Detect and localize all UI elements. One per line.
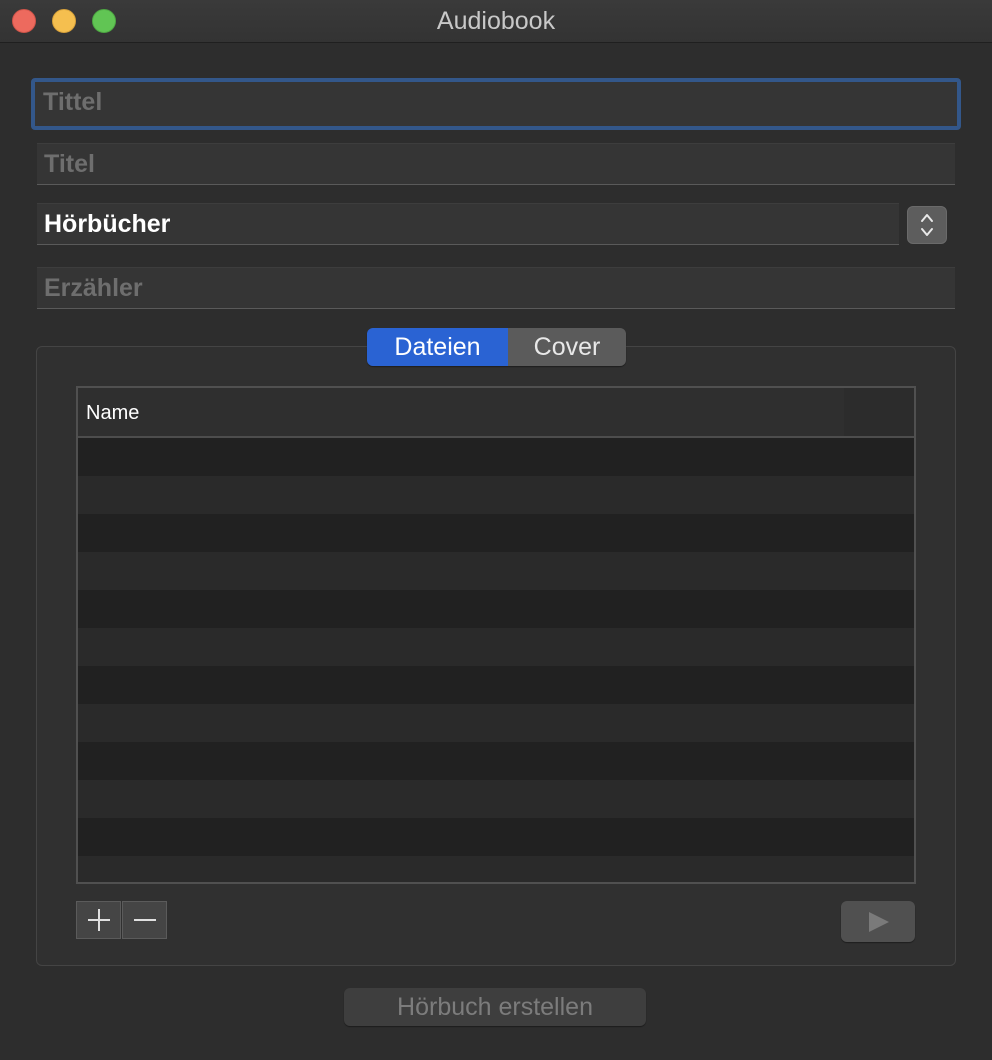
- up-down-chevron-icon: [921, 214, 933, 236]
- add-file-button[interactable]: [76, 901, 121, 939]
- table-row[interactable]: [78, 476, 914, 514]
- subtitle-input[interactable]: Titel: [37, 143, 955, 185]
- table-row[interactable]: [78, 818, 914, 856]
- minus-icon: [133, 919, 156, 921]
- table-header-corner: [844, 388, 914, 436]
- play-icon: [869, 912, 889, 932]
- table-row[interactable]: [78, 856, 914, 882]
- genre-combo-field[interactable]: Hörbücher: [37, 203, 899, 245]
- table-row[interactable]: [78, 742, 914, 780]
- table-row[interactable]: [78, 552, 914, 590]
- table-row[interactable]: [78, 666, 914, 704]
- column-header-name[interactable]: Name: [86, 401, 139, 425]
- table-row[interactable]: [78, 438, 914, 476]
- table-row[interactable]: [78, 780, 914, 818]
- plus-icon: [87, 909, 110, 931]
- title-bar[interactable]: Audiobook: [0, 0, 992, 43]
- create-audiobook-button[interactable]: Hörbuch erstellen: [344, 988, 646, 1026]
- tab-dateien[interactable]: Dateien: [367, 328, 508, 366]
- genre-stepper-button[interactable]: [907, 206, 947, 244]
- tab-cover[interactable]: Cover: [508, 328, 626, 366]
- narrator-input[interactable]: Erzähler: [37, 267, 955, 309]
- remove-file-button[interactable]: [122, 901, 167, 939]
- table-row[interactable]: [78, 514, 914, 552]
- tab-segmented-control: Dateien Cover: [367, 328, 626, 366]
- table-row[interactable]: [78, 628, 914, 666]
- title-input[interactable]: Tittel: [31, 78, 961, 130]
- table-row[interactable]: [78, 590, 914, 628]
- table-header: Name: [78, 388, 914, 438]
- file-table[interactable]: Name: [76, 386, 916, 884]
- table-row[interactable]: [78, 704, 914, 742]
- window-title: Audiobook: [436, 7, 556, 35]
- play-button[interactable]: [841, 901, 915, 942]
- audiobook-window: Audiobook Tittel Titel Hörbücher Erzähle…: [0, 0, 992, 1060]
